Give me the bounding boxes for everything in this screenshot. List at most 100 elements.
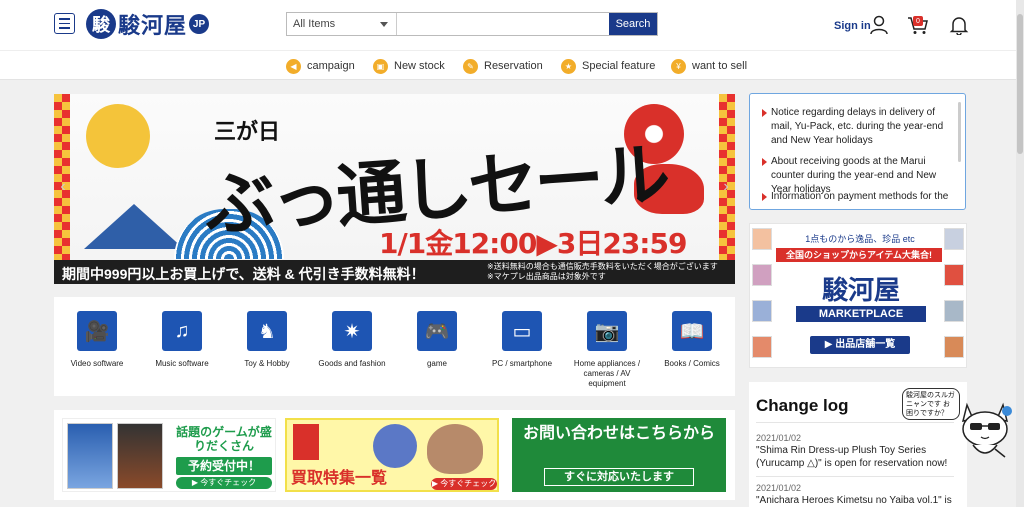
changelog-entry[interactable]: "Anichara Heroes Kimetsu no Yaiba vol.1"… [756,494,956,507]
cat-mascot-icon[interactable] [955,395,1015,465]
category-game[interactable]: 🎮 game [394,311,480,369]
bell-icon[interactable] [949,15,969,35]
logo-jp-badge: JP [189,14,210,34]
item-thumbnail [944,264,964,286]
category-music-software[interactable]: ♫ Music software [139,311,225,369]
item-thumbnail [752,264,772,286]
character-illustration [427,424,483,474]
category-label: Music software [155,359,209,368]
category-pc-smartphone[interactable]: ▭ PC / smartphone [479,311,565,369]
user-icon[interactable] [869,15,889,35]
prev-slide-icon[interactable]: ‹ [56,176,70,198]
banner-strip-note-1: ※送料無料の場合も通信販売手数料をいただく場合がございます [487,262,718,271]
mascot-speech-bubble[interactable]: 駿河屋のスルガニャンです お困りですか？ [902,388,960,420]
cart-count-badge: 0 [913,16,923,26]
banner-strip-note: ※送料無料の場合も通信販売手数料をいただく場合がございます ※マケプレ出品商品は… [487,262,718,282]
scrollbar-thumb[interactable] [1017,14,1023,154]
monster-icon: ♞ [247,311,287,351]
preorder-label: 予約受付中！ [176,457,272,475]
devices-icon: ▭ [502,311,542,351]
banner-strip-note-2: ※マケプレ出品商品は対象外です [487,272,606,281]
nav-label: Reservation [484,60,543,72]
search-input[interactable] [397,13,609,35]
category-goods-fashion[interactable]: ✷ Goods and fashion [309,311,395,369]
category-label: Books / Comics [664,359,720,368]
chevron-down-icon [380,21,388,27]
search-category-value: All Items [293,18,336,30]
search-button[interactable]: Search [609,13,657,35]
menu-icon[interactable] [54,13,75,34]
sign-in-link[interactable]: Sign in [834,20,871,32]
notice-item[interactable]: Notice regarding delays in delivery of m… [762,106,952,148]
promo-headline: 買取特集一覧 [291,470,388,487]
badge-icon: ★ [561,58,576,74]
megaphone-icon: ◀ [286,58,301,74]
item-thumbnail [752,336,772,358]
logo-text: 駿河屋 [118,13,188,39]
box-icon: ▣ [373,58,388,74]
marketplace-tagline: 1点ものから逸品、珍品 etc [805,234,915,244]
nav-new-stock[interactable]: ▣ New stock [373,57,445,75]
pencil-icon: ✎ [463,58,478,74]
game-box-art [117,423,163,489]
promo-row: 話題のゲームが盛りだくさん 予約受付中！ ▶ 今すぐチェック 買取特集一覧 ▶ … [54,410,735,500]
category-label: Home appliances / cameras / AV equipment [573,359,641,388]
video-camera-icon: 🎥 [77,311,117,351]
search-bar: All Items Search [286,12,658,36]
category-toy-hobby[interactable]: ♞ Toy & Hobby [224,311,310,369]
check-now-button[interactable]: ▶ 今すぐチェック [176,477,272,489]
item-thumbnail [944,300,964,322]
category-label: PC / smartphone [491,359,553,368]
promo-game-preorder[interactable]: 話題のゲームが盛りだくさん 予約受付中！ ▶ 今すぐチェック [62,418,276,492]
item-thumbnail [752,300,772,322]
nav-label: want to sell [692,60,748,72]
promo-buyback[interactable]: 買取特集一覧 ▶ 今すぐチェック [285,418,499,492]
game-box-art [67,423,113,489]
nav-label: Special feature [582,60,656,72]
marketplace-subtitle: MARKETPLACE [796,306,926,322]
category-home-appliances[interactable]: 📷 Home appliances / cameras / AV equipme… [564,311,650,389]
notice-scrollbar[interactable] [958,102,961,162]
nav-reservation[interactable]: ✎ Reservation [463,57,543,75]
changelog-entry[interactable]: "Shima Rin Dress-up Plush Toy Series (Yu… [756,444,956,470]
category-label: game [426,359,447,368]
next-slide-icon[interactable]: › [719,176,733,198]
crane-illustration [86,104,150,168]
marketplace-red-label: 全国のショップからアイテム大集合! [776,248,942,262]
header: 駿 駿河屋 JP All Items Search Sign in 0 [0,0,1024,50]
gamepad-icon: 🎮 [417,311,457,351]
category-nav: ◀ campaign ▣ New stock ✎ Reservation ★ S… [0,50,1024,80]
nav-special-feature[interactable]: ★ Special feature [561,57,655,75]
item-thumbnail [752,228,772,250]
category-books-comics[interactable]: 📖 Books / Comics [649,311,735,369]
search-category-select[interactable]: All Items [287,13,397,35]
coin-icon: ¥ [671,58,686,74]
promo-contact[interactable]: お問い合わせはこちらから すぐに対応いたします [512,418,726,492]
nav-campaign[interactable]: ◀ campaign [286,57,355,75]
seller-list-button[interactable]: ▶ 出品店舗一覧 [810,336,910,354]
notice-item[interactable]: Information on payment methods for the [762,190,952,204]
item-thumbnail [944,228,964,250]
category-grid: 🎥 Video software ♫ Music software ♞ Toy … [54,297,735,396]
notice-box: Notice regarding delays in delivery of m… [749,93,966,210]
banner-strip: 期間中999円以上お買上げで、送料 & 代引き手数料無料！ ※送料無料の場合も通… [54,260,735,284]
banner-subtitle: 三が日 [214,119,281,145]
promo-headline: お問い合わせはこちらから [522,425,715,442]
contact-button[interactable]: すぐに対応いたします [544,468,694,486]
nav-want-to-sell[interactable]: ¥ want to sell [671,57,747,75]
check-now-button[interactable]: ▶ 今すぐチェック [431,478,497,490]
banner-strip-text: 期間中999円以上お買上げで、送料 & 代引き手数料無料！ [62,266,425,282]
logo-mark: 駿 [86,9,116,39]
category-video-software[interactable]: 🎥 Video software [54,311,140,369]
marketplace-logo: 駿河屋 [821,276,900,306]
site-logo[interactable]: 駿 駿河屋 JP [86,9,210,39]
hero-banner[interactable]: 三が日 ぶっ通しセール 1/1金12:00▶3日23:59 ‹ › 期間中999… [54,94,735,284]
changelog-date: 2021/01/02 [756,433,802,443]
marketplace-banner[interactable]: 1点ものから逸品、珍品 etc 全国のショップからアイテム大集合! 駿河屋 MA… [749,223,967,368]
mount-fuji-illustration [84,204,184,249]
changelog-date: 2021/01/02 [756,483,802,493]
page-scrollbar[interactable] [1016,0,1024,507]
divider [756,422,954,423]
changelog-title: Change log [756,396,849,415]
book-icon: 📖 [672,311,712,351]
